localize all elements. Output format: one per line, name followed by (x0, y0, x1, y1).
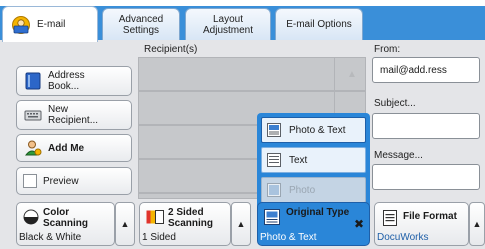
from-label: From: (374, 44, 401, 55)
color-scanning-button[interactable]: Color Scanning Black & White (16, 202, 115, 246)
color-scanning-line2: Scanning (43, 218, 89, 229)
email-icon (12, 15, 30, 34)
two-sided-scanning-button[interactable]: 2 Sided Scanning 1 Sided (139, 202, 231, 246)
close-icon[interactable]: ✖ (354, 217, 364, 231)
preview-button[interactable]: Preview (16, 167, 132, 195)
address-book-line2: Book... (48, 81, 80, 92)
address-book-icon (25, 72, 41, 90)
chevron-up-icon: ▲ (120, 219, 130, 229)
text-icon (267, 153, 281, 167)
subject-label: Subject... (374, 98, 416, 109)
address-book-line1: Address (48, 70, 85, 81)
option-photo-and-text[interactable]: Photo & Text (261, 117, 366, 143)
color-scanning-arrow[interactable]: ▲ (115, 202, 135, 246)
tab-advanced-settings[interactable]: Advanced Settings (102, 8, 180, 40)
new-recipient-line1: New (48, 104, 69, 115)
color-scanning-icon (23, 209, 39, 225)
tab-layout-adjustment[interactable]: Layout Adjustment (185, 8, 271, 40)
chevron-up-icon: ▲ (472, 219, 482, 229)
tab-layout-line2: Adjustment (202, 24, 254, 36)
two-sided-value: 1 Sided (142, 232, 176, 243)
option-photo-label: Photo (289, 184, 316, 196)
file-format-arrow[interactable]: ▲ (469, 202, 485, 246)
option-text-label: Text (289, 154, 308, 166)
file-format-head: File Format (403, 211, 457, 222)
message-field[interactable] (372, 164, 480, 190)
option-photo-and-text-label: Photo & Text (289, 124, 346, 136)
two-sided-line1: 2 Sided (168, 207, 204, 218)
chevron-up-icon: ▲ (236, 219, 246, 229)
color-scanning-line1: Color (43, 207, 70, 218)
two-sided-line2: Scanning (168, 218, 214, 229)
tab-email-label: E-mail (37, 19, 66, 30)
original-type-button[interactable]: Original Type Photo & Text ✖ (257, 202, 370, 246)
file-format-icon (383, 210, 397, 226)
preview-label: Preview (43, 175, 79, 187)
photo-text-icon (267, 123, 281, 137)
message-label: Message... (374, 150, 423, 161)
original-type-head: Original Type (286, 207, 350, 218)
tab-advanced-line1: Advanced (118, 13, 164, 25)
recipients-header: Recipient(s) (144, 44, 198, 55)
tab-email-options-label: E-mail Options (286, 19, 352, 30)
file-format-button[interactable]: File Format DocuWorks (374, 202, 469, 246)
tab-layout-line1: Layout (212, 13, 244, 25)
address-book-button[interactable]: Address Book... (16, 66, 132, 96)
color-scanning-value: Black & White (19, 232, 82, 243)
scroll-up-button[interactable]: ▲ (338, 60, 366, 88)
original-type-value: Photo & Text (260, 232, 317, 243)
subject-field[interactable] (372, 113, 480, 139)
two-sided-icon (146, 210, 164, 224)
person-icon (24, 140, 42, 156)
two-sided-arrow[interactable]: ▲ (231, 202, 251, 246)
new-recipient-line2: Recipient... (48, 115, 99, 126)
new-recipient-button[interactable]: New Recipient... (16, 100, 132, 130)
preview-checkbox[interactable] (23, 174, 37, 188)
keyboard-icon (24, 110, 42, 121)
file-format-value: DocuWorks (377, 232, 429, 243)
add-me-button[interactable]: Add Me (16, 134, 132, 162)
tab-email[interactable]: E-mail (2, 6, 98, 42)
photo-icon (267, 183, 281, 197)
option-photo: Photo (261, 177, 366, 203)
add-me-label: Add Me (48, 142, 85, 154)
tab-email-options[interactable]: E-mail Options (275, 8, 363, 40)
from-field[interactable]: mail@add.ress (372, 57, 480, 83)
original-type-icon (264, 209, 280, 225)
recipient-row[interactable] (138, 57, 366, 91)
option-text[interactable]: Text (261, 147, 366, 173)
tab-advanced-line2: Settings (122, 24, 160, 36)
from-value: mail@add.ress (380, 65, 447, 76)
